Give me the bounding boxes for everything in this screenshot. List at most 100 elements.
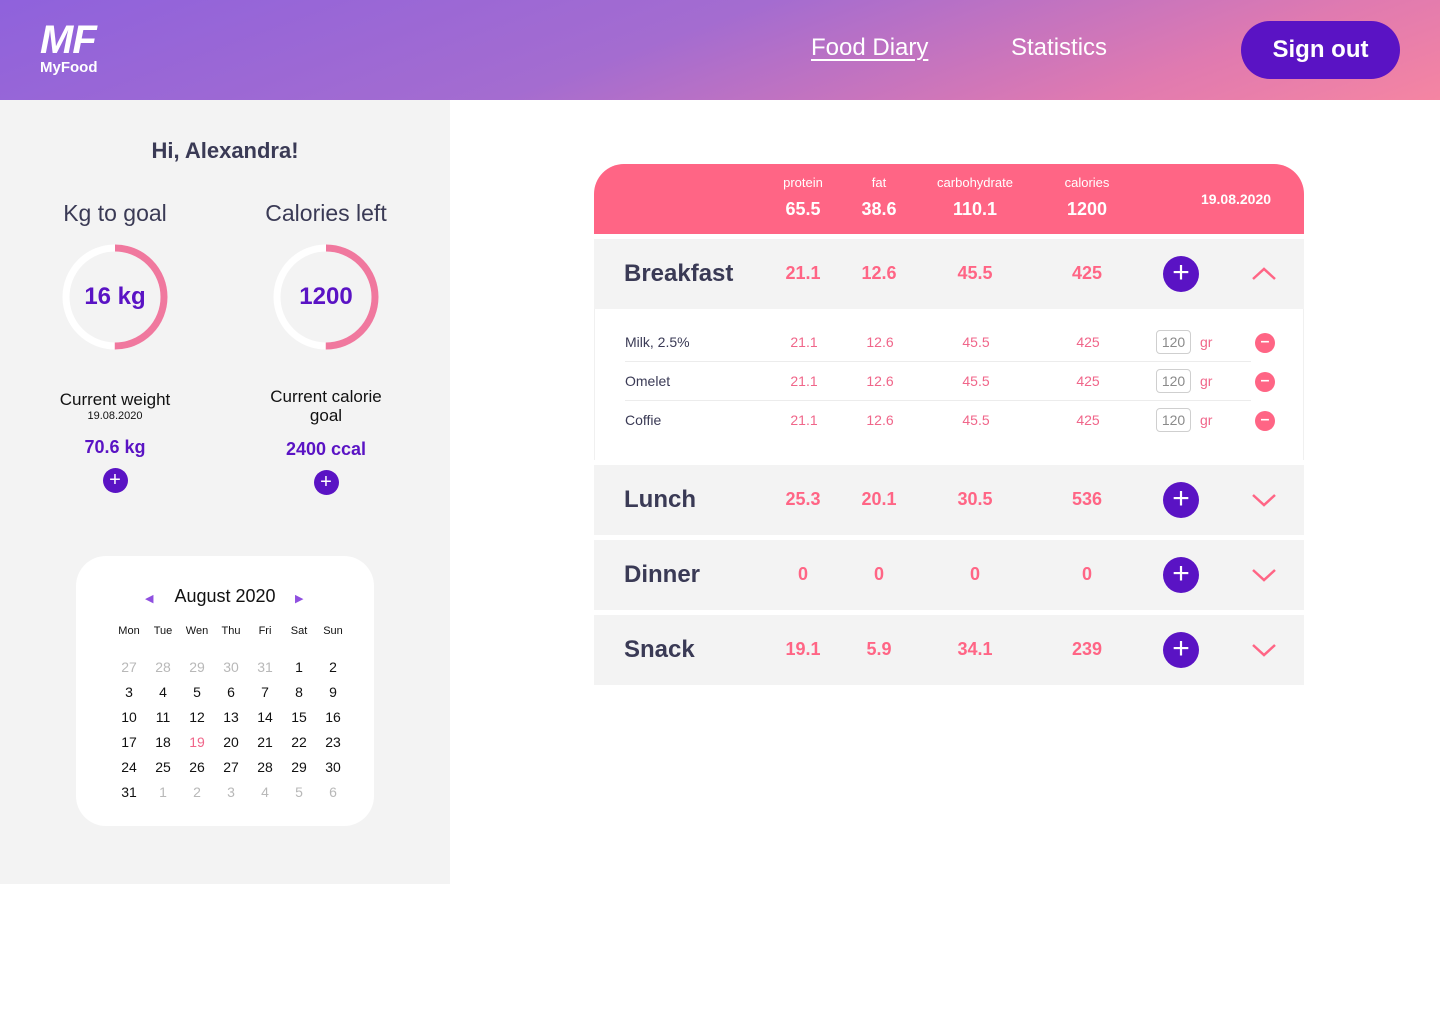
calendar-day[interactable]: 16 [316, 709, 350, 725]
calendar-day[interactable]: 30 [316, 759, 350, 775]
calendar-weekdays: Mon Tue Wen Thu Fri Sat Sun [112, 620, 350, 642]
meal-items-breakfast: Milk, 2.5%21.112.645.5425gr–Omelet21.112… [594, 309, 1304, 460]
calendar-day[interactable]: 9 [316, 684, 350, 700]
calendar-day[interactable]: 13 [214, 709, 248, 725]
calorie-goal-label: Current calorie goal [270, 387, 382, 425]
remove-food-icon[interactable]: – [1255, 411, 1275, 431]
calendar-weekday: Sat [290, 625, 308, 637]
calendar-day[interactable]: 12 [180, 709, 214, 725]
calendar-day[interactable]: 30 [214, 659, 248, 675]
calendar-day[interactable]: 17 [112, 734, 146, 750]
meal-name: Lunch [624, 486, 696, 513]
calendar-day[interactable]: 23 [316, 734, 350, 750]
nav-food-diary[interactable]: Food Diary [811, 34, 928, 62]
calendar-day[interactable]: 21 [248, 734, 282, 750]
calendar-day[interactable]: 29 [282, 759, 316, 775]
calories-progress-ring: 1200 [271, 242, 381, 352]
calories-left-title: Calories left [265, 200, 387, 226]
calendar-day[interactable]: 18 [146, 734, 180, 750]
add-food-lunch-button[interactable]: + [1163, 482, 1199, 518]
calendar-day[interactable]: 6 [214, 684, 248, 700]
chevron-down-icon[interactable] [1250, 564, 1278, 586]
calendar-day[interactable]: 5 [180, 684, 214, 700]
food-item-value: 45.5 [962, 412, 990, 428]
calendar-day[interactable]: 31 [112, 784, 146, 800]
totals-header: protein 65.5 fat 38.6 carbohydrate 110.1… [594, 164, 1304, 234]
food-item-value: 425 [1076, 334, 1100, 350]
calendar-day[interactable]: 1 [146, 784, 180, 800]
calendar-day[interactable]: 22 [282, 734, 316, 750]
calendar-day[interactable]: 26 [180, 759, 214, 775]
diary-date[interactable]: 19.08.2020 [1176, 191, 1296, 207]
sign-out-button[interactable]: Sign out [1241, 21, 1400, 79]
remove-food-icon[interactable]: – [1255, 372, 1275, 392]
meal-nutrient-value: 30.5 [957, 489, 993, 509]
food-item-value: 45.5 [962, 334, 990, 350]
meal-nutrient-value: 536 [1071, 489, 1103, 509]
meal-nutrient-value: 45.5 [957, 263, 993, 283]
calendar-day[interactable]: 24 [112, 759, 146, 775]
calories-total: 1200 [1066, 199, 1108, 219]
calendar-day[interactable]: 2 [180, 784, 214, 800]
kg-to-goal-panel: Kg to goal 16 kg Current weight 19.08.20… [15, 200, 215, 493]
calendar-day[interactable]: 27 [112, 659, 146, 675]
kg-to-goal-value: 16 kg [84, 283, 146, 310]
calendar-day[interactable]: 4 [248, 784, 282, 800]
calendar-day[interactable]: 28 [248, 759, 282, 775]
add-food-dinner-button[interactable]: + [1163, 557, 1199, 593]
logo-text: MyFood [40, 59, 98, 76]
chevron-down-icon[interactable] [1250, 639, 1278, 661]
calendar-day[interactable]: 3 [214, 784, 248, 800]
calendar-weekday: Tue [153, 625, 173, 637]
calendar-week: 10 11 12 13 14 15 16 [112, 704, 350, 729]
calendar-day[interactable]: 8 [282, 684, 316, 700]
total-calories: calories 1200 [1027, 174, 1147, 220]
calendar-week: 27 28 29 30 31 1 2 [112, 654, 350, 679]
meal-row-breakfast[interactable]: Breakfast 21.1 12.6 45.5 425 + [594, 239, 1304, 309]
calendar-day[interactable]: 10 [112, 709, 146, 725]
calendar-day[interactable]: 31 [248, 659, 282, 675]
add-calorie-goal-button[interactable]: + [313, 470, 339, 495]
food-quantity-input[interactable] [1156, 330, 1191, 354]
food-quantity-input[interactable] [1156, 369, 1191, 393]
calendar-day[interactable]: 14 [248, 709, 282, 725]
calendar-day[interactable]: 27 [214, 759, 248, 775]
food-quantity-unit: gr [1200, 373, 1213, 389]
meal-row-lunch[interactable]: Lunch 25.3 20.1 30.5 536 + [594, 465, 1304, 535]
chevron-up-icon[interactable] [1250, 263, 1278, 285]
meal-row-snack[interactable]: Snack 19.1 5.9 34.1 239 + [594, 615, 1304, 685]
calendar-day[interactable]: 2 [316, 659, 350, 675]
food-quantity-input[interactable] [1156, 408, 1191, 432]
calendar-day-selected[interactable]: 19 [180, 734, 214, 750]
chevron-down-icon[interactable] [1250, 489, 1278, 511]
calendar-day[interactable]: 15 [282, 709, 316, 725]
meal-row-dinner[interactable]: Dinner 0 0 0 0 + [594, 540, 1304, 610]
nav-statistics[interactable]: Statistics [1011, 34, 1107, 62]
calendar-day[interactable]: 7 [248, 684, 282, 700]
meal-name: Dinner [624, 561, 701, 588]
calendar-day[interactable]: 1 [282, 659, 316, 675]
calendar-day[interactable]: 5 [282, 784, 316, 800]
calendar-day[interactable]: 11 [146, 709, 180, 725]
calendar-day[interactable]: 4 [146, 684, 180, 700]
calendar-day[interactable]: 20 [214, 734, 248, 750]
meal-name: Snack [624, 636, 695, 663]
add-food-snack-button[interactable]: + [1163, 632, 1199, 668]
carbohydrate-label: carbohydrate [937, 175, 1013, 190]
calories-label: calories [1064, 175, 1110, 190]
food-item-name: Coffie [625, 412, 662, 428]
carbohydrate-total: 110.1 [952, 199, 998, 219]
meal-name: Breakfast [624, 260, 734, 287]
calendar-day[interactable]: 29 [180, 659, 214, 675]
kg-progress-ring: 16 kg [60, 242, 170, 352]
calendar-day[interactable]: 6 [316, 784, 350, 800]
remove-food-icon[interactable]: – [1255, 333, 1275, 353]
add-weight-button[interactable]: + [102, 468, 128, 493]
calendar-next-icon[interactable]: ▶ [295, 592, 303, 605]
calendar-day[interactable]: 28 [146, 659, 180, 675]
calendar-day[interactable]: 3 [112, 684, 146, 700]
add-food-breakfast-button[interactable]: + [1163, 256, 1199, 292]
myfood-logo[interactable]: MF MyFood [40, 20, 120, 76]
calendar-day[interactable]: 25 [146, 759, 180, 775]
food-item-value: 425 [1076, 412, 1100, 428]
